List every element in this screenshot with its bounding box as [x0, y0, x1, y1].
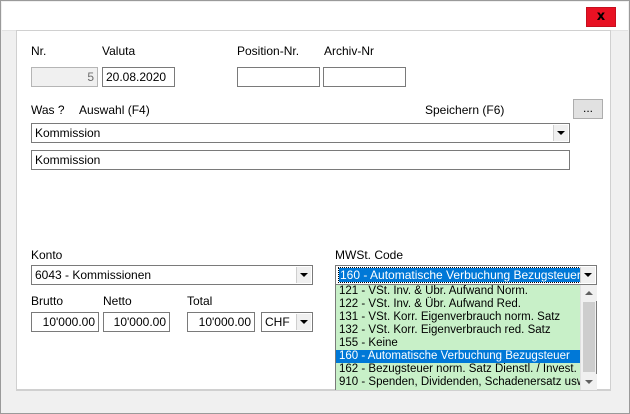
title-bar: x	[2, 2, 628, 31]
chevron-down-icon[interactable]	[580, 267, 595, 283]
was-label: Was ?	[31, 103, 65, 117]
archiv-nr-label: Archiv-Nr	[324, 44, 374, 58]
valuta-field[interactable]: 20.08.2020	[102, 67, 175, 87]
mwst-code-label: MWSt. Code	[335, 248, 404, 262]
mwst-option[interactable]: 160 - Automatische Verbuchung Bezugsteue…	[336, 350, 581, 363]
nr-field: 5	[31, 67, 98, 87]
valuta-label: Valuta	[102, 44, 136, 58]
mwst-option[interactable]: 121 - VSt. Inv. & Übr. Aufwand Norm.	[336, 285, 581, 298]
chevron-down-icon[interactable]	[296, 314, 311, 330]
speichern-label[interactable]: Speichern (F6)	[425, 103, 504, 117]
mwst-combo-value: 160 - Automatische Verbuchung Bezugsteue…	[338, 267, 583, 283]
mwst-option[interactable]: 122 - VSt. Inv. & Übr. Aufwand Red.	[336, 298, 581, 311]
nr-label: Nr.	[31, 44, 47, 58]
konto-combo-value: 6043 - Kommissionen	[35, 268, 152, 282]
status-bar	[16, 390, 611, 404]
brutto-label: Brutto	[31, 294, 64, 308]
netto-field[interactable]: 10'000.00	[103, 312, 170, 332]
konto-combobox[interactable]: 6043 - Kommissionen	[31, 265, 313, 285]
konto-label: Konto	[31, 248, 63, 262]
scroll-down-icon[interactable]	[581, 374, 597, 390]
currency-combobox[interactable]: CHF	[261, 312, 313, 332]
position-nr-label: Position-Nr.	[237, 44, 300, 58]
mwst-option[interactable]: 162 - Bezugsteuer norm. Satz Dienstl. / …	[336, 363, 581, 376]
total-field[interactable]: 10'000.00	[187, 312, 255, 332]
auswahl-label[interactable]: Auswahl (F4)	[79, 103, 150, 117]
chevron-down-icon[interactable]	[553, 125, 568, 141]
was-combo-value: Kommission	[35, 126, 101, 140]
close-icon: x	[596, 9, 606, 24]
chevron-down-icon[interactable]	[296, 267, 311, 283]
mwst-option[interactable]: 132 - VSt. Korr. Eigenverbrauch red. Sat…	[336, 324, 581, 337]
mwst-option[interactable]: 910 - Spenden, Dividenden, Schadenersatz…	[336, 376, 581, 389]
mwst-code-combobox[interactable]: 160 - Automatische Verbuchung Bezugsteue…	[335, 265, 597, 285]
total-label: Total	[187, 294, 213, 308]
archiv-nr-field[interactable]	[323, 67, 406, 87]
netto-label: Netto	[103, 294, 132, 308]
currency-value: CHF	[265, 315, 290, 329]
mwst-option[interactable]: 131 - VSt. Korr. Eigenverbrauch norm. Sa…	[336, 311, 581, 324]
was-combobox[interactable]: Kommission	[31, 123, 570, 143]
brutto-field[interactable]: 10'000.00	[31, 312, 99, 332]
mwst-options: 121 - VSt. Inv. & Übr. Aufwand Norm. 122 …	[336, 285, 581, 390]
mwst-dropdown-list[interactable]: 121 - VSt. Inv. & Übr. Aufwand Norm. 122 …	[335, 284, 597, 391]
was-text-field[interactable]: Kommission	[31, 150, 570, 170]
close-button[interactable]: x	[586, 7, 616, 27]
position-nr-field[interactable]	[237, 67, 320, 87]
browse-button[interactable]: ...	[573, 99, 603, 119]
scrollbar-thumb[interactable]	[583, 302, 595, 372]
dropdown-scrollbar[interactable]	[580, 285, 597, 390]
scroll-up-icon[interactable]	[581, 285, 597, 301]
mwst-option[interactable]: 155 - Keine	[336, 337, 581, 350]
